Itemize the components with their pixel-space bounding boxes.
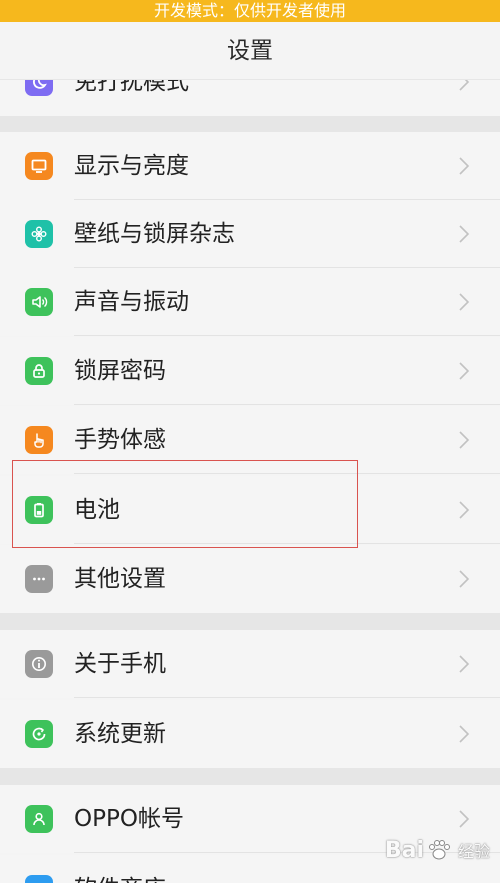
chevron-right-icon [459, 362, 470, 380]
settings-item-about[interactable]: 关于手机 [0, 630, 500, 698]
settings-item-other[interactable]: 其他设置 [0, 545, 500, 613]
settings-item-label: OPPO帐号 [74, 806, 184, 832]
developer-mode-banner: 开发模式：仅供开发者使用 [0, 0, 500, 22]
info-icon [25, 650, 53, 678]
settings-item-label: 锁屏密码 [74, 358, 166, 384]
watermark-text: Bai [384, 837, 424, 863]
row-divider [74, 697, 500, 698]
settings-item-label: 软件商店 [74, 855, 166, 883]
user-icon [25, 805, 53, 833]
section-divider [0, 613, 500, 630]
row-divider [74, 543, 500, 544]
speaker-icon [25, 288, 53, 316]
chevron-right-icon [459, 157, 470, 175]
settings-screen: 开发模式：仅供开发者使用 设置 免打扰模式 显示与亮度 壁纸与锁屏杂志 声音与振… [0, 0, 500, 883]
settings-item-label: 壁纸与锁屏杂志 [74, 221, 235, 247]
settings-item-wallpaper[interactable]: 壁纸与锁屏杂志 [0, 200, 500, 268]
chevron-right-icon [459, 655, 470, 673]
settings-item-label: 手势体感 [74, 427, 166, 453]
settings-item-label: 关于手机 [74, 651, 166, 677]
settings-item-display[interactable]: 显示与亮度 [0, 132, 500, 200]
settings-item-label: 系统更新 [74, 721, 166, 747]
section-divider [0, 116, 500, 132]
row-divider [74, 473, 500, 474]
chevron-right-icon [459, 293, 470, 311]
baidu-watermark: Bai 经验 [385, 837, 490, 863]
settings-item-label: 电池 [74, 497, 120, 523]
update-icon [25, 720, 53, 748]
settings-item-sound[interactable]: 声音与振动 [0, 268, 500, 336]
lock-icon [25, 357, 53, 385]
chevron-right-icon [459, 225, 470, 243]
flower-icon [25, 220, 53, 248]
watermark-suffix: 经验 [457, 842, 490, 861]
section-divider [0, 768, 500, 785]
settings-item-label: 显示与亮度 [74, 153, 189, 179]
settings-item-gesture[interactable]: 手势体感 [0, 406, 500, 474]
chevron-right-icon [459, 570, 470, 588]
chevron-right-icon [459, 431, 470, 449]
more-icon [25, 565, 53, 593]
hand-icon [25, 426, 53, 454]
chevron-right-icon [459, 725, 470, 743]
row-divider [74, 335, 500, 336]
battery-icon [25, 496, 53, 524]
settings-item-lockscreen[interactable]: 锁屏密码 [0, 337, 500, 405]
row-divider [74, 404, 500, 405]
paw-icon [428, 840, 450, 860]
settings-item-battery[interactable]: 电池 [0, 476, 500, 544]
page-title: 设置 [0, 22, 500, 80]
monitor-icon [25, 152, 53, 180]
chevron-right-icon [459, 810, 470, 828]
store-icon [25, 875, 53, 883]
settings-item-label: 其他设置 [74, 566, 166, 592]
chevron-right-icon [459, 501, 470, 519]
settings-item-update[interactable]: 系统更新 [0, 700, 500, 768]
settings-item-label: 声音与振动 [74, 289, 189, 315]
